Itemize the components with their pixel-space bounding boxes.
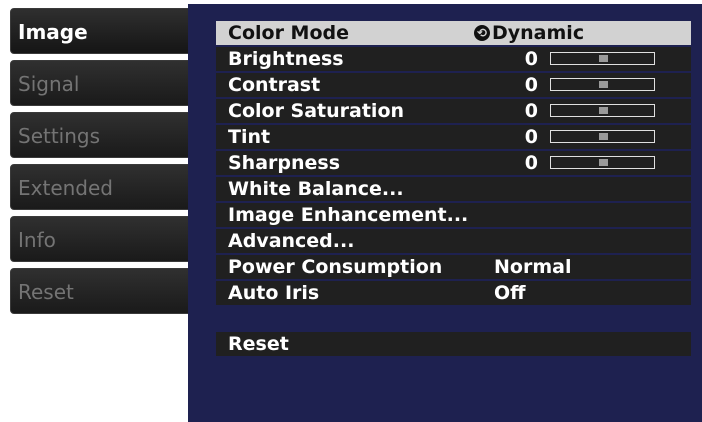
circular-arrow-icon: ⟲ [474,25,490,41]
brightness-value: 0 [524,48,538,70]
tab-image[interactable]: Image [10,8,202,54]
color-mode-label: Color Mode [228,22,349,44]
color-saturation-value: 0 [524,100,538,122]
brightness-label: Brightness [228,48,344,70]
color-saturation-slider[interactable] [550,104,655,117]
sharpness-slider[interactable] [550,156,655,169]
sharpness-value: 0 [524,152,538,174]
tab-settings-label: Settings [18,124,101,148]
tab-extended-label: Extended [18,176,113,200]
advanced-label: Advanced... [228,230,355,252]
menu-item-color-mode[interactable]: Color Mode ⟲ Dynamic [216,21,691,45]
tab-image-label: Image [18,20,88,44]
contrast-label: Contrast [228,74,321,96]
tab-reset-label: Reset [18,280,74,304]
color-mode-value-text: Dynamic [492,22,585,44]
color-saturation-slider-knob[interactable] [598,107,608,114]
tab-list: Image Signal Settings Extended Info Rese… [10,0,202,422]
contrast-slider-knob[interactable] [598,81,608,88]
color-mode-value: ⟲ Dynamic [474,21,584,45]
menu-item-sharpness[interactable]: Sharpness 0 [216,151,691,175]
sharpness-label: Sharpness [228,152,341,174]
color-saturation-label: Color Saturation [228,100,405,122]
menu-item-color-saturation[interactable]: Color Saturation 0 [216,99,691,123]
reset-label: Reset [228,333,289,355]
tab-settings[interactable]: Settings [10,112,202,158]
menu-item-contrast[interactable]: Contrast 0 [216,73,691,97]
menu-item-advanced[interactable]: Advanced... [216,229,691,253]
brightness-slider[interactable] [550,52,655,65]
tab-info-label: Info [18,228,56,252]
tint-label: Tint [228,126,271,148]
menu-item-reset[interactable]: Reset [216,332,691,356]
image-enhancement-label: Image Enhancement... [228,204,469,226]
settings-panel: Color Mode ⟲ Dynamic Brightness 0 Contra… [188,4,702,422]
contrast-value: 0 [524,74,538,96]
menu-item-white-balance[interactable]: White Balance... [216,177,691,201]
menu-item-auto-iris[interactable]: Auto Iris Off [216,281,691,305]
tint-value: 0 [524,126,538,148]
white-balance-label: White Balance... [228,178,404,200]
tab-reset[interactable]: Reset [10,268,202,314]
brightness-slider-knob[interactable] [598,55,608,62]
power-consumption-value: Normal [494,256,572,278]
power-consumption-label: Power Consumption [228,256,443,278]
auto-iris-value: Off [494,282,526,304]
tint-slider-knob[interactable] [598,133,608,140]
auto-iris-label: Auto Iris [228,282,320,304]
menu-item-power-consumption[interactable]: Power Consumption Normal [216,255,691,279]
tab-extended[interactable]: Extended [10,164,202,210]
menu-item-image-enhancement[interactable]: Image Enhancement... [216,203,691,227]
tab-signal-label: Signal [18,72,80,96]
tint-slider[interactable] [550,130,655,143]
menu-item-tint[interactable]: Tint 0 [216,125,691,149]
tab-info[interactable]: Info [10,216,202,262]
tab-signal[interactable]: Signal [10,60,202,106]
sharpness-slider-knob[interactable] [598,159,608,166]
menu-item-brightness[interactable]: Brightness 0 [216,47,691,71]
contrast-slider[interactable] [550,78,655,91]
